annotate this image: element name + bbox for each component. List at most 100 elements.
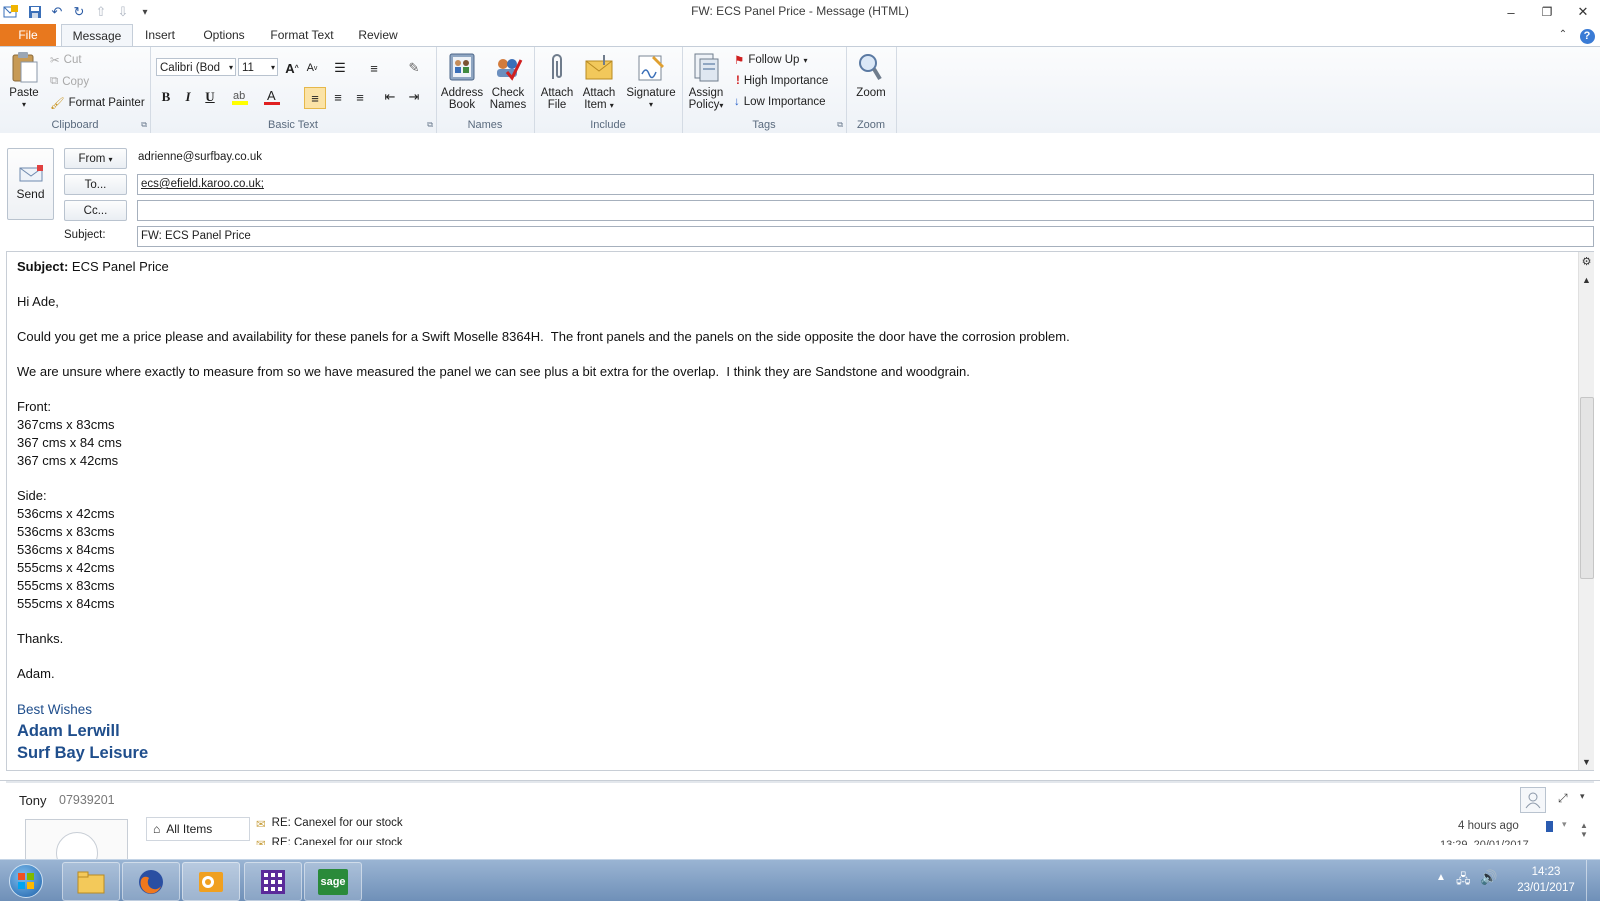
underline-button[interactable]: U (200, 87, 220, 107)
follow-up-button[interactable]: ⚑ Follow Up ▾ (734, 53, 807, 67)
pane-divider[interactable] (6, 781, 1594, 783)
tab-options[interactable]: Options (196, 24, 252, 46)
shrink-font-icon[interactable]: Av (302, 58, 322, 78)
tab-insert[interactable]: Insert (138, 24, 182, 46)
chevron-down-icon[interactable]: ▾ (1562, 819, 1567, 830)
restore-button[interactable]: ❐ (1530, 0, 1564, 24)
pane-scroll-icon[interactable]: ▲ ▼ (1580, 821, 1588, 839)
contact-name[interactable]: Tony (19, 793, 46, 808)
scroll-down-icon[interactable]: ▼ (1579, 754, 1594, 769)
cut-label: Cut (63, 54, 82, 66)
minimize-button[interactable]: – (1494, 0, 1528, 24)
increase-indent-icon[interactable]: ⇥ (404, 87, 424, 107)
italic-button[interactable]: I (178, 87, 198, 107)
clipboard-group-label: Clipboard (51, 119, 99, 131)
basic-text-group-label: Basic Text (268, 119, 318, 131)
scroll-up-icon[interactable]: ▲ (1579, 272, 1594, 287)
show-desktop-button[interactable] (1586, 860, 1600, 901)
body-subject-line: Subject: ECS Panel Price (17, 258, 1577, 276)
volume-icon[interactable]: 🔊 (1480, 869, 1497, 886)
bold-button[interactable]: B (156, 87, 176, 107)
cc-button[interactable]: Cc... (64, 200, 127, 221)
send-button[interactable]: Send (7, 148, 54, 220)
start-button[interactable] (6, 862, 46, 899)
to-field[interactable]: ecs@efield.karoo.co.uk; (137, 174, 1594, 195)
paste-icon (8, 51, 40, 83)
activity-item[interactable]: ✉ RE: Canexel for our stock (256, 817, 403, 831)
window-title: FW: ECS Panel Price - Message (HTML) (691, 4, 909, 18)
signature-button[interactable]: Signature ▾ (624, 51, 678, 111)
view-options-icon[interactable]: ⚙ (1579, 254, 1594, 269)
format-painter-button[interactable]: 🖌 Format Painter (50, 96, 145, 110)
clipboard-launcher-icon[interactable]: ⧉ (141, 120, 147, 130)
font-name-combo[interactable]: Calibri (Bod ▾ (156, 58, 236, 76)
message-body-text[interactable]: Subject: ECS Panel Price Hi Ade, Could y… (17, 252, 1577, 764)
firefox-icon[interactable] (122, 862, 180, 901)
file-explorer-icon[interactable] (62, 862, 120, 901)
category-flag-icon (1546, 821, 1553, 832)
activity-time: 4 hours ago (1458, 820, 1519, 832)
basic-text-launcher-icon[interactable]: ⧉ (427, 120, 433, 130)
chevron-down-icon: ▾ (108, 155, 113, 164)
font-size-combo[interactable]: 11 ▾ (238, 58, 278, 76)
grow-font-icon[interactable]: A ^ (282, 58, 302, 78)
assign-policy-button[interactable]: Assign Policy▾ (684, 51, 728, 112)
collapse-pane-icon[interactable]: ▾ (1580, 791, 1585, 802)
tab-file[interactable]: File (0, 24, 56, 46)
cut-button[interactable]: ✂ Cut (50, 53, 82, 67)
tab-format-text[interactable]: Format Text (264, 24, 340, 46)
help-icon[interactable]: ? (1578, 24, 1596, 46)
sage-icon[interactable]: sage (304, 862, 362, 901)
outlook-icon[interactable] (182, 862, 240, 901)
side-measurement: 555cms x 84cms (17, 596, 115, 611)
exclamation-icon: ! (736, 75, 740, 87)
zoom-button[interactable]: Zoom (850, 51, 892, 99)
to-button[interactable]: To... (64, 174, 127, 195)
align-center-icon[interactable]: ≡ (328, 87, 348, 107)
all-items-filter[interactable]: ⌂ All Items (146, 817, 250, 841)
highlight-icon[interactable]: ab (230, 87, 250, 107)
attach-item-button[interactable]: Attach Item ▾ (580, 51, 618, 112)
font-color-icon[interactable]: A (262, 87, 282, 107)
numbering-icon[interactable]: ≡ (364, 58, 384, 78)
expand-icon[interactable]: ⤢ (1558, 791, 1568, 806)
cc-field[interactable] (137, 200, 1594, 221)
clock[interactable]: 14:23 23/01/2017 (1514, 864, 1578, 896)
side-measurement: 536cms x 42cms (17, 506, 115, 521)
signature-company: Surf Bay Leisure (17, 744, 149, 762)
windows-logo-icon (9, 863, 43, 898)
minimize-ribbon-icon[interactable]: ⌃ (1556, 24, 1570, 46)
low-importance-button[interactable]: ↓ Low Importance (734, 96, 826, 108)
paste-button[interactable]: Paste ▾ (6, 51, 42, 111)
ribbon: Paste ▾ ✂ Cut ⧉ Copy 🖌 Format Painter Clipb… (0, 46, 1600, 134)
address-book-button[interactable]: Address Book (440, 51, 484, 111)
bullets-icon[interactable]: ☰ (330, 58, 350, 78)
check-names-button[interactable]: Check Names (486, 51, 530, 111)
attach-file-button[interactable]: Attach File (538, 51, 576, 111)
contact-card-icon[interactable] (1520, 787, 1546, 813)
high-importance-label: High Importance (743, 75, 829, 87)
show-hidden-icons[interactable]: ▲ (1436, 872, 1446, 883)
align-left-icon[interactable]: ≡ (304, 87, 326, 109)
send-label: Send (16, 187, 45, 201)
body-scrollbar[interactable]: ⚙ ▲ ▼ (1578, 252, 1594, 770)
from-button[interactable]: From ▾ (64, 148, 127, 169)
calculator-app-icon[interactable] (244, 862, 302, 901)
tags-launcher-icon[interactable]: ⧉ (837, 120, 843, 130)
subject-field[interactable]: FW: ECS Panel Price (137, 226, 1594, 247)
copy-button[interactable]: ⧉ Copy (50, 75, 89, 88)
tab-review[interactable]: Review (352, 24, 404, 46)
scroll-thumb[interactable] (1580, 397, 1594, 579)
activity-item[interactable]: ✉ RE: Canexel for our stock (256, 837, 403, 845)
network-icon[interactable]: 🖧 (1456, 870, 1471, 892)
copy-icon: ⧉ (50, 75, 59, 87)
align-right-icon[interactable]: ≡ (350, 87, 370, 107)
high-importance-button[interactable]: ! High Importance (736, 75, 828, 87)
tab-message[interactable]: Message (61, 24, 133, 47)
message-body[interactable]: Subject: ECS Panel Price Hi Ade, Could y… (6, 251, 1594, 771)
decrease-indent-icon[interactable]: ⇤ (380, 87, 400, 107)
paste-dropdown-icon[interactable]: ▾ (6, 99, 42, 111)
close-button[interactable]: ✕ (1566, 0, 1600, 24)
clear-formatting-icon[interactable]: ✎ (404, 58, 424, 78)
side-measurement: 555cms x 83cms (17, 578, 115, 593)
